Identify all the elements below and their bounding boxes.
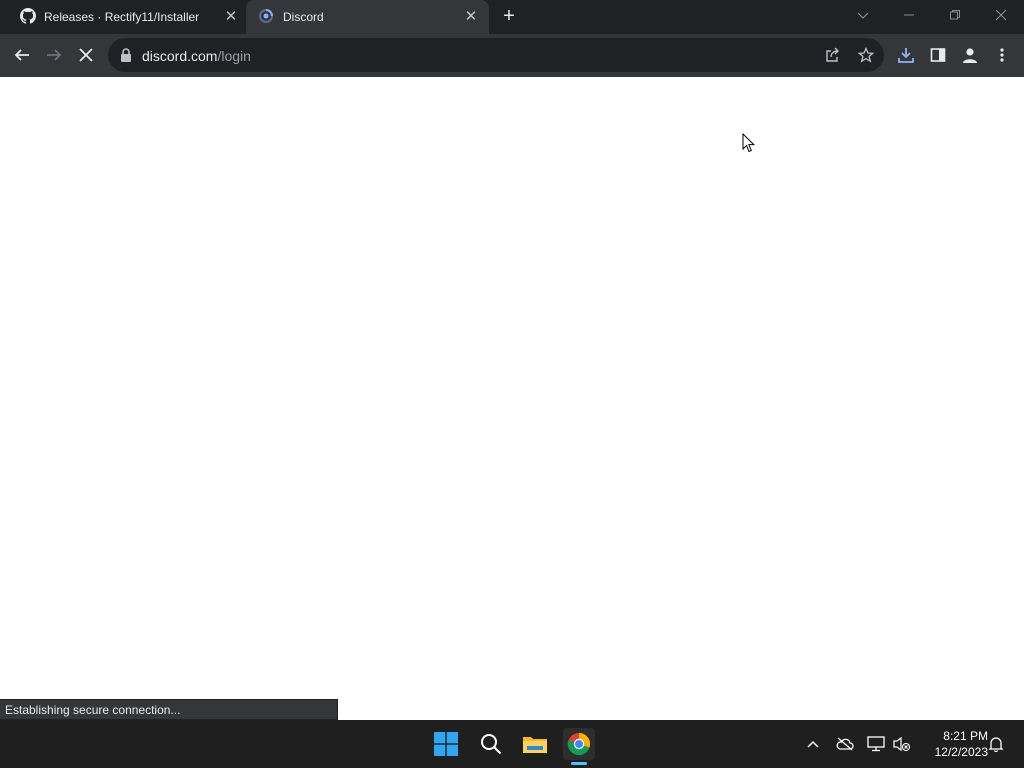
active-app-indicator [571, 762, 587, 765]
lock-icon [121, 48, 131, 62]
volume-muted-icon [893, 736, 911, 752]
mouse-cursor-icon [742, 133, 756, 153]
bookmark-button[interactable] [853, 42, 879, 68]
download-icon [898, 48, 914, 63]
url-text: discord.com/login [142, 48, 251, 64]
close-window-button[interactable] [988, 4, 1014, 28]
start-button[interactable] [430, 728, 462, 760]
menu-button[interactable] [989, 42, 1015, 68]
file-explorer-button[interactable] [519, 728, 551, 760]
tab-title: Discord [283, 10, 324, 24]
side-panel-button[interactable] [925, 42, 951, 68]
search-button[interactable] [475, 728, 507, 760]
network-button[interactable] [866, 734, 886, 754]
volume-button[interactable] [892, 734, 912, 754]
arrow-right-icon [47, 49, 62, 61]
chevron-up-icon [807, 740, 819, 748]
close-tab-icon[interactable]: ✕ [222, 8, 240, 26]
clock-time: 8:21 PM [943, 729, 988, 743]
notifications-button[interactable] [986, 734, 1006, 754]
more-vertical-icon [1000, 48, 1004, 62]
tab-releases[interactable]: Releases · Rectify11/Installer ✕ [0, 0, 246, 34]
tab-strip: Releases · Rectify11/Installer ✕ Discord… [0, 0, 1024, 34]
restore-button[interactable] [942, 4, 968, 28]
star-icon [858, 47, 874, 63]
page-content [0, 77, 1024, 720]
forward-button[interactable] [41, 42, 67, 68]
loading-spinner-icon [259, 9, 273, 23]
url-domain: discord.com [142, 48, 218, 64]
close-icon [79, 48, 93, 62]
tab-search-icon[interactable] [850, 4, 876, 28]
downloads-button[interactable] [893, 42, 919, 68]
browser-toolbar: discord.com/login [0, 34, 1024, 77]
cloud-offline-icon [836, 737, 854, 751]
taskbar: 8:21 PM 12/2/2023 [0, 720, 1024, 768]
share-icon [826, 47, 839, 62]
windows-logo-icon [434, 732, 458, 756]
bell-icon [988, 737, 1004, 752]
chrome-icon [567, 732, 591, 756]
close-tab-icon[interactable]: ✕ [462, 8, 480, 26]
arrow-left-icon [14, 49, 29, 61]
tab-title: Releases · Rectify11/Installer [44, 10, 200, 24]
search-icon [481, 734, 502, 755]
chrome-taskbar-button[interactable] [563, 728, 595, 760]
system-clock[interactable]: 8:21 PM 12/2/2023 [918, 728, 988, 760]
side-panel-icon [930, 48, 946, 62]
url-path: /login [217, 48, 251, 64]
onedrive-button[interactable] [835, 734, 855, 754]
profile-button[interactable] [957, 42, 983, 68]
new-tab-button[interactable]: + [499, 6, 519, 26]
folder-icon [523, 737, 547, 753]
address-bar[interactable]: discord.com/login [108, 38, 884, 72]
share-button[interactable] [820, 42, 846, 68]
minimize-button[interactable] [896, 4, 922, 28]
stop-loading-button[interactable] [73, 42, 99, 68]
tab-discord[interactable]: Discord ✕ [246, 0, 489, 34]
clock-date: 12/2/2023 [934, 745, 988, 759]
status-bubble: Establishing secure connection... [0, 699, 338, 720]
back-button[interactable] [9, 42, 35, 68]
profile-icon [963, 48, 977, 63]
github-icon [20, 8, 36, 24]
network-icon [867, 736, 885, 752]
show-hidden-icons-button[interactable] [803, 734, 823, 754]
